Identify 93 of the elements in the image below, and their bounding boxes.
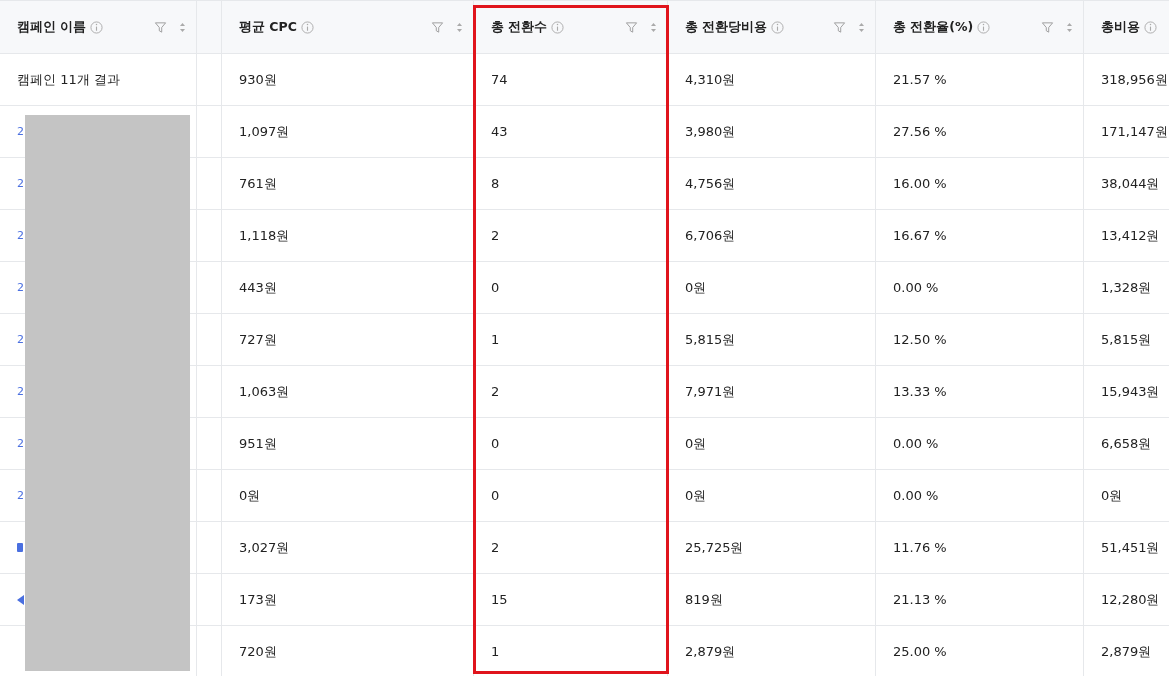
table-cell: 25.00 %: [876, 626, 1084, 676]
campaign-name-link[interactable]: 2: [17, 281, 24, 294]
column-header[interactable]: 총 전환수: [474, 0, 668, 54]
table-cell: 0원: [668, 418, 876, 470]
campaign-name-link[interactable]: 2: [17, 333, 24, 346]
table-cell: 16.00 %: [876, 158, 1084, 210]
table-cell: 5,815원: [668, 314, 876, 366]
table-cell: 43: [474, 106, 668, 158]
table-cell: 12,280원: [1084, 574, 1169, 626]
table-cell: 6,658원: [1084, 418, 1169, 470]
table-cell: 12.50 %: [876, 314, 1084, 366]
table-cell: 2,879원: [1084, 626, 1169, 676]
table-cell: 51,451원: [1084, 522, 1169, 574]
table-cell: 1: [474, 626, 668, 676]
table-cell: 0.00 %: [876, 262, 1084, 314]
filter-icon[interactable]: [431, 20, 444, 34]
table-cell: 819원: [668, 574, 876, 626]
filter-icon[interactable]: [833, 20, 846, 34]
summary-cell: 캠페인 11개 결과: [0, 54, 222, 106]
table-cell: 0.00 %: [876, 418, 1084, 470]
table-cell: 2,879원: [668, 626, 876, 676]
summary-cell: 21.57 %: [876, 54, 1084, 106]
column-header[interactable]: 캠페인 이름: [0, 0, 222, 54]
table-cell: 13,412원: [1084, 210, 1169, 262]
filter-icon[interactable]: [1041, 20, 1054, 34]
sort-icon[interactable]: [1066, 21, 1073, 33]
table-cell: 15: [474, 574, 668, 626]
info-icon: [300, 20, 314, 34]
table-cell: 720원: [222, 626, 474, 676]
table-cell: 1,328원: [1084, 262, 1169, 314]
table-cell: 15,943원: [1084, 366, 1169, 418]
square-icon: [17, 543, 23, 552]
table-cell: 2: [474, 366, 668, 418]
campaign-name-link[interactable]: 2: [17, 437, 24, 450]
table-cell: 27.56 %: [876, 106, 1084, 158]
table-cell: 0.00 %: [876, 470, 1084, 522]
table-cell: 2: [474, 522, 668, 574]
table-cell: 4,756원: [668, 158, 876, 210]
info-icon: [551, 20, 565, 34]
triangle-icon: [17, 594, 24, 605]
table-cell: 0: [474, 470, 668, 522]
summary-cell: 4,310원: [668, 54, 876, 106]
campaign-name-link[interactable]: 2: [17, 229, 24, 242]
sort-icon[interactable]: [650, 21, 657, 33]
table-cell: 173원: [222, 574, 474, 626]
campaign-name-link[interactable]: 2: [17, 177, 24, 190]
campaign-name-link[interactable]: 2: [17, 489, 24, 502]
info-icon: [771, 20, 785, 34]
table-cell: 2: [474, 210, 668, 262]
info-icon: [1144, 20, 1157, 34]
table-cell: 0원: [668, 470, 876, 522]
column-header[interactable]: 평균 CPC: [222, 0, 474, 54]
table-cell: 38,044원: [1084, 158, 1169, 210]
filter-icon[interactable]: [154, 20, 167, 34]
info-icon: [90, 20, 104, 34]
sort-icon[interactable]: [179, 21, 186, 33]
table-cell: 727원: [222, 314, 474, 366]
table-cell: 951원: [222, 418, 474, 470]
table-cell: 171,147원: [1084, 106, 1169, 158]
campaign-name-link[interactable]: 2: [17, 385, 24, 398]
column-header[interactable]: 총 전환율(%): [876, 0, 1084, 54]
table-cell: 3,027원: [222, 522, 474, 574]
table-cell: 8: [474, 158, 668, 210]
table-cell: 443원: [222, 262, 474, 314]
filter-icon[interactable]: [625, 20, 638, 34]
table-cell: 0: [474, 262, 668, 314]
summary-cell: 930원: [222, 54, 474, 106]
table-cell: 1,063원: [222, 366, 474, 418]
column-header[interactable]: 총비용: [1084, 0, 1169, 54]
campaign-name-link[interactable]: 2: [17, 125, 24, 138]
table-cell: 0원: [222, 470, 474, 522]
table-cell: 3,980원: [668, 106, 876, 158]
table-cell: 6,706원: [668, 210, 876, 262]
table-cell: 0원: [1084, 470, 1169, 522]
table-cell: 0: [474, 418, 668, 470]
summary-cell: 74: [474, 54, 668, 106]
table-cell: 7,971원: [668, 366, 876, 418]
table-cell: 13.33 %: [876, 366, 1084, 418]
table-cell: 1: [474, 314, 668, 366]
sort-icon[interactable]: [858, 21, 865, 33]
summary-cell: 318,956원: [1084, 54, 1169, 106]
table-cell: 0원: [668, 262, 876, 314]
info-icon: [977, 20, 991, 34]
table-cell: 1,097원: [222, 106, 474, 158]
table-cell: 25,725원: [668, 522, 876, 574]
column-header[interactable]: 총 전환당비용: [668, 0, 876, 54]
table-cell: 761원: [222, 158, 474, 210]
table-cell: 16.67 %: [876, 210, 1084, 262]
table-cell: 11.76 %: [876, 522, 1084, 574]
table-cell: 21.13 %: [876, 574, 1084, 626]
sort-icon[interactable]: [456, 21, 463, 33]
table-cell: 1,118원: [222, 210, 474, 262]
table-cell: 5,815원: [1084, 314, 1169, 366]
